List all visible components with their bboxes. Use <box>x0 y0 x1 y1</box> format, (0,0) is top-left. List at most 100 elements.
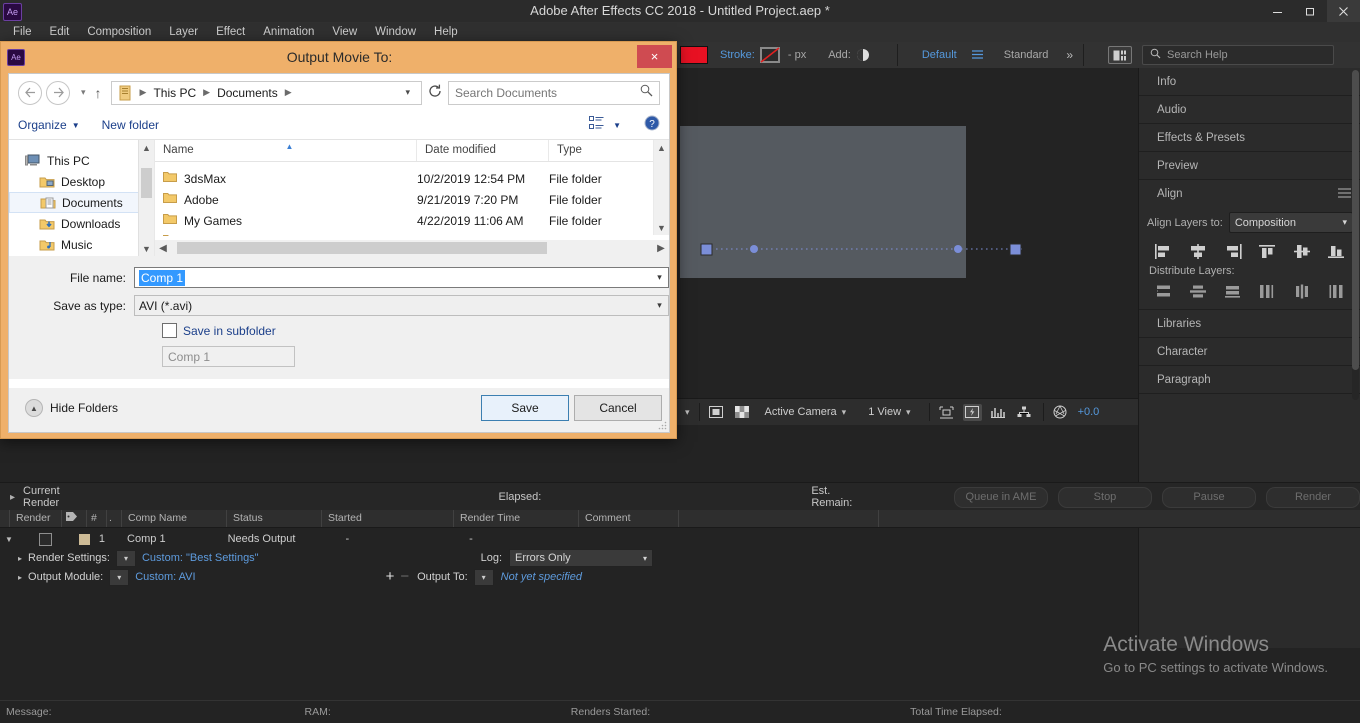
file-list-horizontal-scrollbar[interactable]: ◀ ▶ <box>155 240 669 256</box>
breadcrumb-sep-1[interactable]: ▶ <box>198 87 215 98</box>
menu-window[interactable]: Window <box>366 22 425 42</box>
menu-file[interactable]: File <box>4 22 41 42</box>
column-render-time[interactable]: Render Time <box>454 510 579 527</box>
forward-icon[interactable] <box>46 80 70 105</box>
address-bar[interactable]: ▶ This PC ▶ Documents ▶ ▾ <box>110 80 422 105</box>
column-render[interactable]: Render <box>10 510 62 527</box>
save-in-subfolder-row[interactable]: Save in subfolder <box>162 323 669 338</box>
log-select[interactable]: Errors Only ▾ <box>509 549 654 567</box>
search-help-input[interactable]: Search Help <box>1142 45 1335 65</box>
align-right-icon[interactable] <box>1220 241 1246 261</box>
cancel-button[interactable]: Cancel <box>574 395 662 421</box>
remove-output-module-icon[interactable]: − <box>400 569 409 584</box>
distribute-vertical-center-icon[interactable] <box>1185 281 1211 301</box>
file-name-input[interactable]: Comp 1 ▾ <box>134 267 669 288</box>
menu-view[interactable]: View <box>323 22 366 42</box>
nav-item-documents[interactable]: Documents <box>9 192 154 213</box>
restore-icon[interactable] <box>1294 0 1327 22</box>
render-queue-item-row[interactable]: ▼ 1 Comp 1 Needs Output - - <box>0 530 1360 548</box>
align-left-icon[interactable] <box>1151 241 1177 261</box>
pixel-aspect-correction-icon[interactable] <box>937 404 956 421</box>
panel-align[interactable]: Align <box>1139 180 1360 207</box>
panel-character[interactable]: Character <box>1139 338 1360 366</box>
stroke-none-icon[interactable] <box>759 47 780 63</box>
exposure-icon[interactable] <box>1051 404 1070 421</box>
panel-audio[interactable]: Audio <box>1139 96 1360 124</box>
panel-info[interactable]: Info <box>1139 68 1360 96</box>
nav-item-music[interactable]: Music <box>9 234 154 255</box>
transparency-grid-icon[interactable] <box>733 404 752 421</box>
help-icon[interactable]: ? <box>644 115 660 136</box>
menu-layer[interactable]: Layer <box>160 22 207 42</box>
file-row[interactable]: 3dsMax 10/2/2019 12:54 PM File folder <box>155 168 669 189</box>
row-expand-icon[interactable]: ▼ <box>5 535 13 544</box>
save-in-subfolder-checkbox[interactable] <box>162 323 177 338</box>
hscroll-thumb[interactable] <box>177 242 547 254</box>
add-shape-icon[interactable] <box>856 49 869 61</box>
render-settings-expand-icon[interactable]: ▸ <box>18 554 22 563</box>
nav-scroll-down-icon[interactable]: ▼ <box>139 241 154 256</box>
close-icon[interactable] <box>1327 0 1360 22</box>
view-chevron-icon[interactable]: ▼ <box>613 121 621 130</box>
row-render-checkbox[interactable] <box>38 532 52 546</box>
align-vertical-center-icon[interactable] <box>1289 241 1315 261</box>
nav-scroll-up-icon[interactable]: ▲ <box>139 140 154 155</box>
column-number[interactable]: # <box>87 510 107 527</box>
column-dot[interactable]: . <box>107 510 122 527</box>
align-layers-select[interactable]: Composition ▾ <box>1228 212 1353 233</box>
panel-paragraph[interactable]: Paragraph <box>1139 366 1360 394</box>
navigation-pane-scrollbar[interactable]: ▲ ▼ <box>138 140 154 256</box>
timeline-graph-icon[interactable] <box>989 404 1008 421</box>
align-panel-menu-icon[interactable] <box>1338 187 1351 201</box>
output-to-value[interactable]: Not yet specified <box>501 571 582 583</box>
hscroll-right-icon[interactable]: ▶ <box>653 243 669 254</box>
list-scroll-down-icon[interactable]: ▼ <box>654 220 669 235</box>
render-settings-dropdown[interactable]: ▾ <box>115 549 136 567</box>
region-of-interest-icon[interactable] <box>707 404 726 421</box>
address-dropdown-icon[interactable]: ▾ <box>397 87 418 98</box>
workspace-overflow-icon[interactable]: » <box>1066 48 1073 62</box>
organize-button[interactable]: Organize ▼ <box>18 118 80 132</box>
distribute-left-icon[interactable] <box>1254 281 1280 301</box>
up-one-level-icon[interactable]: ↑ <box>95 85 102 101</box>
row-comp-name[interactable]: Comp 1 <box>127 533 166 545</box>
file-row[interactable]: My Games 4/22/2019 11:06 AM File folder <box>155 210 669 231</box>
distribute-bottom-icon[interactable] <box>1220 281 1246 301</box>
menu-composition[interactable]: Composition <box>78 22 160 42</box>
distribute-horizontal-center-icon[interactable] <box>1289 281 1315 301</box>
queue-in-ame-button[interactable]: Queue in AME <box>954 486 1048 508</box>
output-to-dropdown[interactable]: ▾ <box>473 568 494 586</box>
distribute-top-icon[interactable] <box>1151 281 1177 301</box>
row-color-label-icon[interactable] <box>78 533 90 545</box>
file-column-date[interactable]: Date modified <box>417 140 549 161</box>
pause-button[interactable]: Pause <box>1162 486 1256 508</box>
breadcrumb-this-pc[interactable]: This PC <box>151 86 198 100</box>
panel-preview[interactable]: Preview <box>1139 152 1360 180</box>
breadcrumb-documents[interactable]: Documents <box>215 86 280 100</box>
render-settings-value[interactable]: Custom: "Best Settings" <box>142 552 259 564</box>
new-folder-button[interactable]: New folder <box>102 118 159 132</box>
nav-item-this-pc[interactable]: This PC <box>9 150 154 171</box>
resize-grip[interactable] <box>657 420 667 430</box>
file-name-chevron-icon[interactable]: ▾ <box>651 272 668 283</box>
distribute-right-icon[interactable] <box>1323 281 1349 301</box>
active-camera-select[interactable]: Active Camera ▾ <box>761 403 856 421</box>
workspace-settings-icon[interactable] <box>1108 46 1133 64</box>
hscroll-left-icon[interactable]: ◀ <box>155 243 171 254</box>
hscroll-track[interactable] <box>171 242 653 254</box>
save-as-type-select[interactable]: AVI (*.avi) ▾ <box>134 295 669 316</box>
file-list-scrollbar[interactable]: ▲ ▼ <box>653 140 669 235</box>
stroke-width-value[interactable]: - px <box>788 49 806 61</box>
workspace-default[interactable]: Default <box>922 49 957 61</box>
current-render-expand-icon[interactable]: ▸ <box>10 492 15 503</box>
save-button[interactable]: Save <box>481 395 569 421</box>
dialog-close-button[interactable]: × <box>637 45 672 68</box>
tag-icon[interactable] <box>62 510 87 527</box>
column-status[interactable]: Status <box>227 510 322 527</box>
file-column-type[interactable]: Type <box>549 140 669 161</box>
exposure-value[interactable]: +0.0 <box>1078 406 1100 418</box>
stop-button[interactable]: Stop <box>1058 486 1152 508</box>
refresh-icon[interactable] <box>428 84 442 101</box>
menu-effect[interactable]: Effect <box>207 22 254 42</box>
output-module-expand-icon[interactable]: ▸ <box>18 573 22 582</box>
